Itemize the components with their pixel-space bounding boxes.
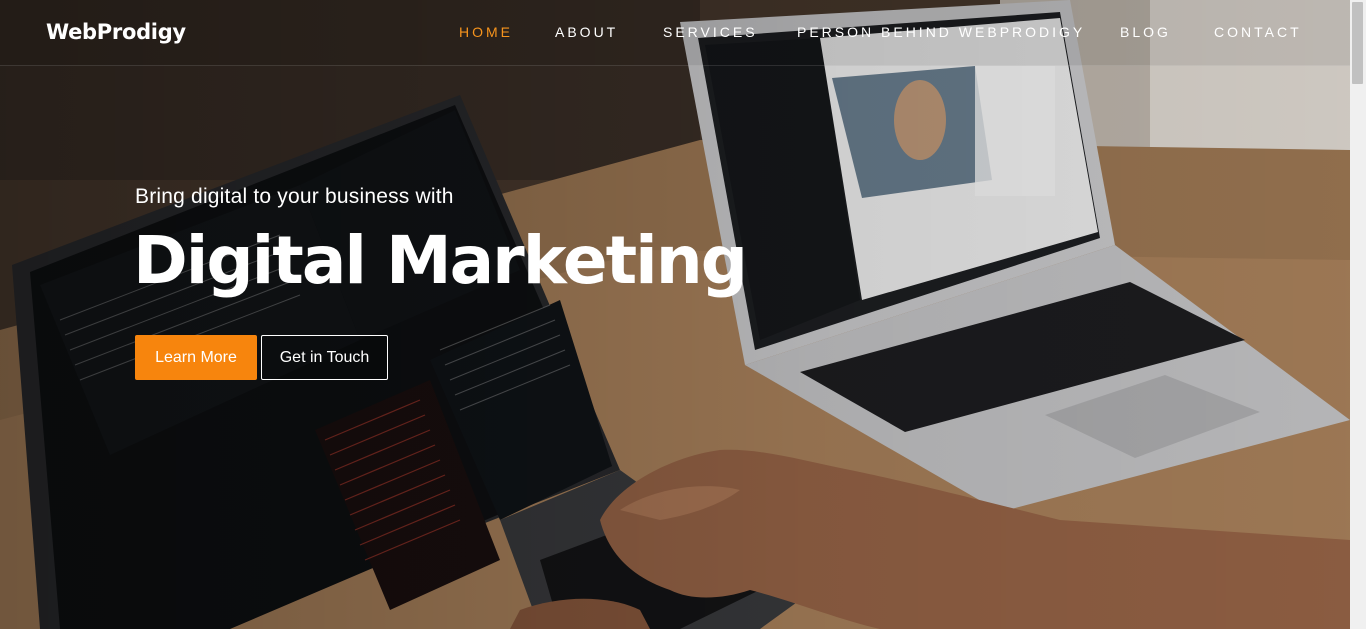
hero-background-image	[0, 0, 1350, 629]
get-in-touch-button[interactable]: Get in Touch	[261, 335, 388, 380]
nav-item-services[interactable]: SERVICES	[663, 24, 758, 40]
page: WebProdigy HOME ABOUT SERVICES PERSON BE…	[0, 0, 1366, 629]
learn-more-button[interactable]: Learn More	[135, 335, 257, 380]
nav-item-contact[interactable]: CONTACT	[1214, 24, 1302, 40]
nav-item-person-behind-webprodigy[interactable]: PERSON BEHIND WEBPRODIGY	[797, 24, 1085, 40]
scrollbar-thumb[interactable]	[1352, 2, 1363, 84]
vertical-scrollbar[interactable]	[1350, 0, 1366, 629]
nav-item-about[interactable]: ABOUT	[555, 24, 618, 40]
nav-item-blog[interactable]: BLOG	[1120, 24, 1171, 40]
hero-title: Digital Marketing	[133, 222, 748, 299]
hero-subtitle: Bring digital to your business with	[135, 185, 454, 208]
main-nav: HOME ABOUT SERVICES PERSON BEHIND WEBPRO…	[0, 24, 1350, 42]
nav-item-home[interactable]: HOME	[459, 24, 513, 40]
site-header: WebProdigy HOME ABOUT SERVICES PERSON BE…	[0, 0, 1350, 66]
